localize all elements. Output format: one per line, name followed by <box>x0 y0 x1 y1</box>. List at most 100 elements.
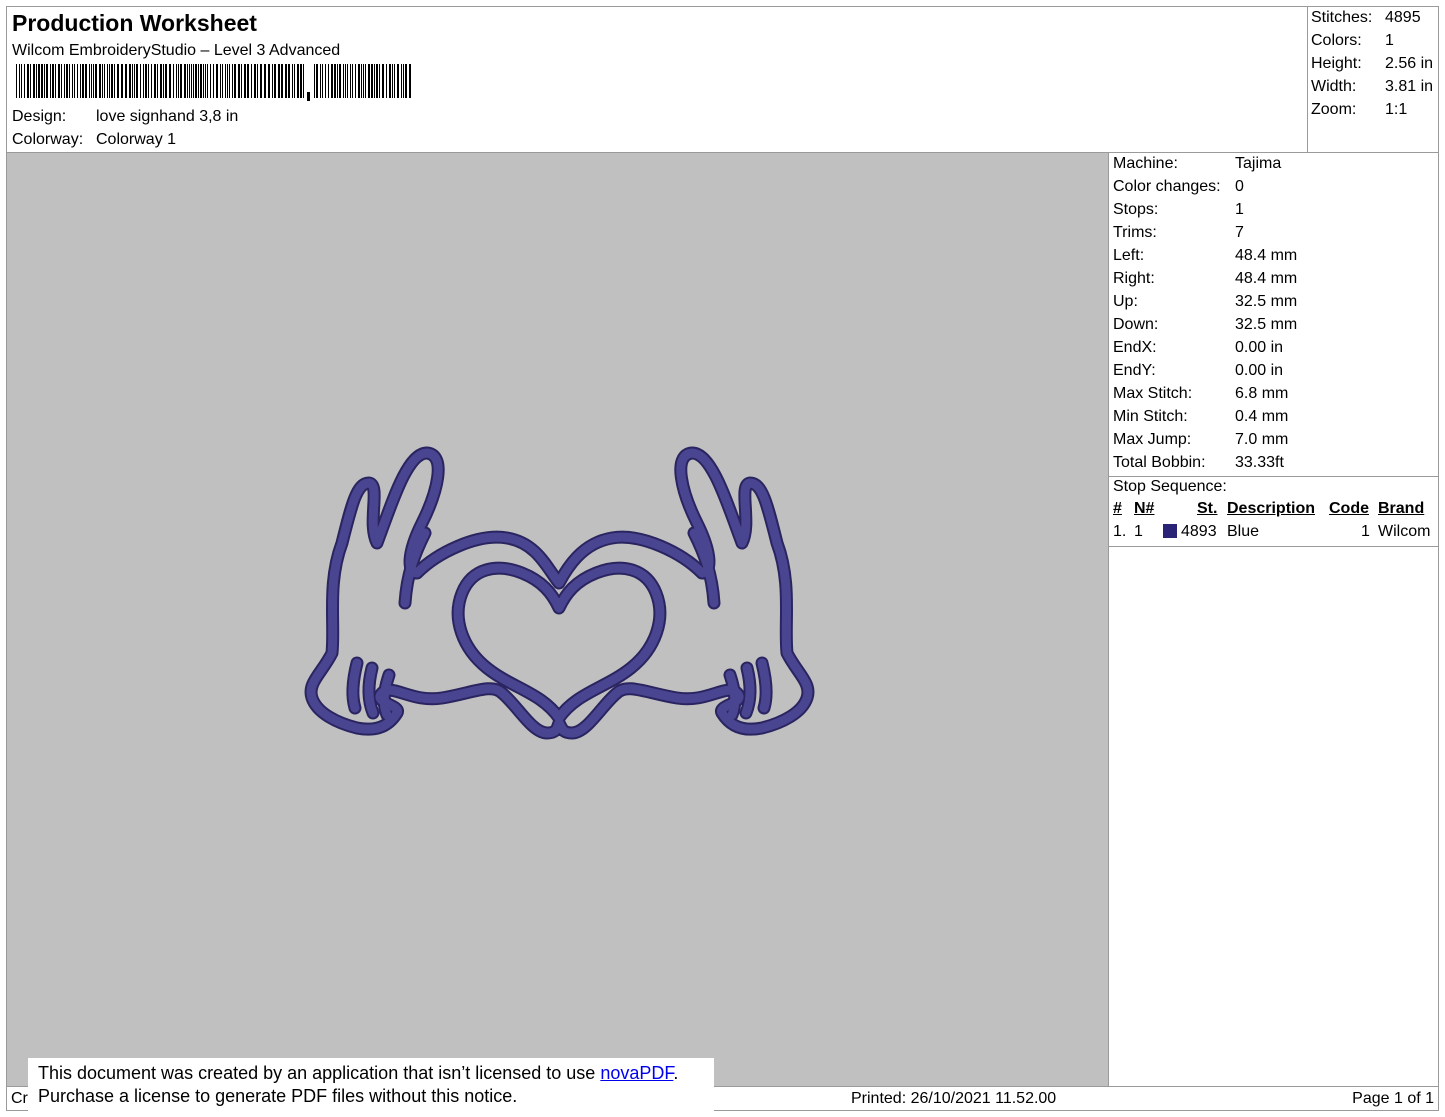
detail-label: Left: <box>1113 247 1145 264</box>
row-brand: Wilcom <box>1378 523 1431 540</box>
notice-text: This document was created by an applicat… <box>38 1063 601 1083</box>
stop-sequence-label: Stop Sequence: <box>1113 478 1227 495</box>
stop-sequence-title: Stop Sequence: <box>1113 478 1227 496</box>
detail-label: Min Stitch: <box>1113 408 1188 425</box>
stat-zoom: Zoom: 1:1 <box>1311 101 1407 119</box>
barcode <box>16 64 411 101</box>
left-finger-mark <box>379 670 394 720</box>
detail-row: Right: 48.4 mm <box>1113 270 1297 288</box>
detail-value: 48.4 mm <box>1235 270 1298 287</box>
divider <box>1109 546 1438 547</box>
detail-label: Machine: <box>1113 155 1178 172</box>
summary-stats: Stitches: 4895 Colors: 1 Height: 2.56 in Wi… <box>1307 7 1440 153</box>
machine-details-panel: Machine: Tajima Color changes: 0 Stops: 1 Trim… <box>1109 152 1439 1087</box>
right-finger-mark <box>757 658 771 713</box>
detail-value: 0.00 in <box>1235 339 1284 356</box>
detail-row: Color changes: 0 <box>1113 178 1244 196</box>
heart-outline <box>453 563 665 723</box>
stat-stitches: Stitches: 4895 <box>1311 9 1421 27</box>
divider <box>1109 476 1438 477</box>
stat-label: Stitches: <box>1311 9 1373 26</box>
row-index: 1. <box>1113 523 1127 540</box>
left-finger-mark <box>364 663 378 718</box>
col-description: Description <box>1227 500 1316 517</box>
notice-period: . <box>673 1063 679 1083</box>
license-notice: This document was created by an applicat… <box>28 1058 714 1114</box>
detail-label: Max Stitch: <box>1113 385 1193 402</box>
detail-label: Max Jump: <box>1113 431 1192 448</box>
design-row: Design: love signhand 3,8 in <box>12 108 238 126</box>
detail-value: 6.8 mm <box>1235 385 1289 402</box>
novapdf-link[interactable]: novaPDF <box>600 1063 673 1083</box>
detail-row: EndX: 0.00 in <box>1113 339 1283 357</box>
detail-value: 48.4 mm <box>1235 247 1298 264</box>
detail-label: Down: <box>1113 316 1159 333</box>
colorway-row: Colorway: Colorway 1 <box>12 131 176 149</box>
detail-row: Trims: 7 <box>1113 224 1244 242</box>
detail-row: Up: 32.5 mm <box>1113 293 1297 311</box>
left-finger-mark <box>348 658 362 713</box>
stat-height: Height: 2.56 in <box>1311 55 1433 73</box>
col-brand: Brand <box>1378 500 1425 517</box>
detail-row: Down: 32.5 mm <box>1113 316 1297 334</box>
detail-label: Stops: <box>1113 201 1159 218</box>
detail-row: Min Stitch: 0.4 mm <box>1113 408 1288 426</box>
detail-row: Left: 48.4 mm <box>1113 247 1297 265</box>
notice-line-2: Purchase a license to generate PDF files… <box>38 1086 518 1106</box>
detail-label: Trims: <box>1113 224 1157 241</box>
detail-label: EndX: <box>1113 339 1157 356</box>
heart-hands-embroidery <box>304 446 815 740</box>
stat-value: 1:1 <box>1385 101 1408 118</box>
col-n: N# <box>1134 500 1155 517</box>
colorway-value: Colorway 1 <box>96 131 177 148</box>
row-n: 1 <box>1134 523 1143 540</box>
design-value: love signhand 3,8 in <box>96 108 239 125</box>
worksheet-header: Production Worksheet Wilcom EmbroiderySt… <box>6 6 1440 153</box>
detail-value: 7 <box>1235 224 1244 241</box>
detail-label: EndY: <box>1113 362 1156 379</box>
detail-row: Max Stitch: 6.8 mm <box>1113 385 1288 403</box>
stat-label: Width: <box>1311 78 1357 95</box>
footer-text: Cr <box>11 1090 28 1107</box>
col-index: # <box>1113 500 1122 517</box>
detail-value: 32.5 mm <box>1235 316 1298 333</box>
stat-width: Width: 3.81 in <box>1311 78 1433 96</box>
printed-timestamp: Printed: 26/10/2021 11.52.00 <box>851 1090 1057 1107</box>
notice-line-1: This document was created by an applicat… <box>38 1062 714 1085</box>
detail-label: Up: <box>1113 293 1138 310</box>
colorway-label: Colorway: <box>12 131 84 148</box>
detail-value: 7.0 mm <box>1235 431 1289 448</box>
detail-row: Stops: 1 <box>1113 201 1244 219</box>
detail-value: 0.4 mm <box>1235 408 1289 425</box>
detail-value: 33.33ft <box>1235 454 1284 471</box>
design-preview <box>6 152 1109 1087</box>
detail-row: Total Bobbin: 33.33ft <box>1113 454 1284 472</box>
page-number: Page 1 of 1 <box>1352 1090 1434 1107</box>
right-finger-mark <box>725 670 740 720</box>
stat-value: 3.81 in <box>1385 78 1434 95</box>
detail-value: 32.5 mm <box>1235 293 1298 310</box>
row-description: Blue <box>1227 523 1260 540</box>
detail-label: Color changes: <box>1113 178 1221 195</box>
detail-label: Right: <box>1113 270 1155 287</box>
design-label: Design: <box>12 108 67 125</box>
stat-value: 2.56 in <box>1385 55 1434 72</box>
detail-label: Total Bobbin: <box>1113 454 1206 471</box>
detail-value: 1 <box>1235 201 1244 218</box>
stat-colors: Colors: 1 <box>1311 32 1394 50</box>
color-swatch <box>1163 524 1177 538</box>
detail-value: 0 <box>1235 178 1244 195</box>
detail-value: Tajima <box>1235 155 1282 172</box>
detail-value: 0.00 in <box>1235 362 1284 379</box>
col-stitches: St. <box>1197 500 1218 517</box>
detail-row: EndY: 0.00 in <box>1113 362 1283 380</box>
row-code: 1 <box>1361 523 1370 540</box>
col-code: Code <box>1329 500 1369 517</box>
stat-label: Height: <box>1311 55 1362 72</box>
stat-value: 4895 <box>1385 9 1421 26</box>
row-stitches: 4893 <box>1181 523 1217 540</box>
stat-label: Zoom: <box>1311 101 1357 118</box>
detail-row: Max Jump: 7.0 mm <box>1113 431 1288 449</box>
software-name: Wilcom EmbroideryStudio – Level 3 Advanc… <box>12 42 341 59</box>
stat-label: Colors: <box>1311 32 1362 49</box>
